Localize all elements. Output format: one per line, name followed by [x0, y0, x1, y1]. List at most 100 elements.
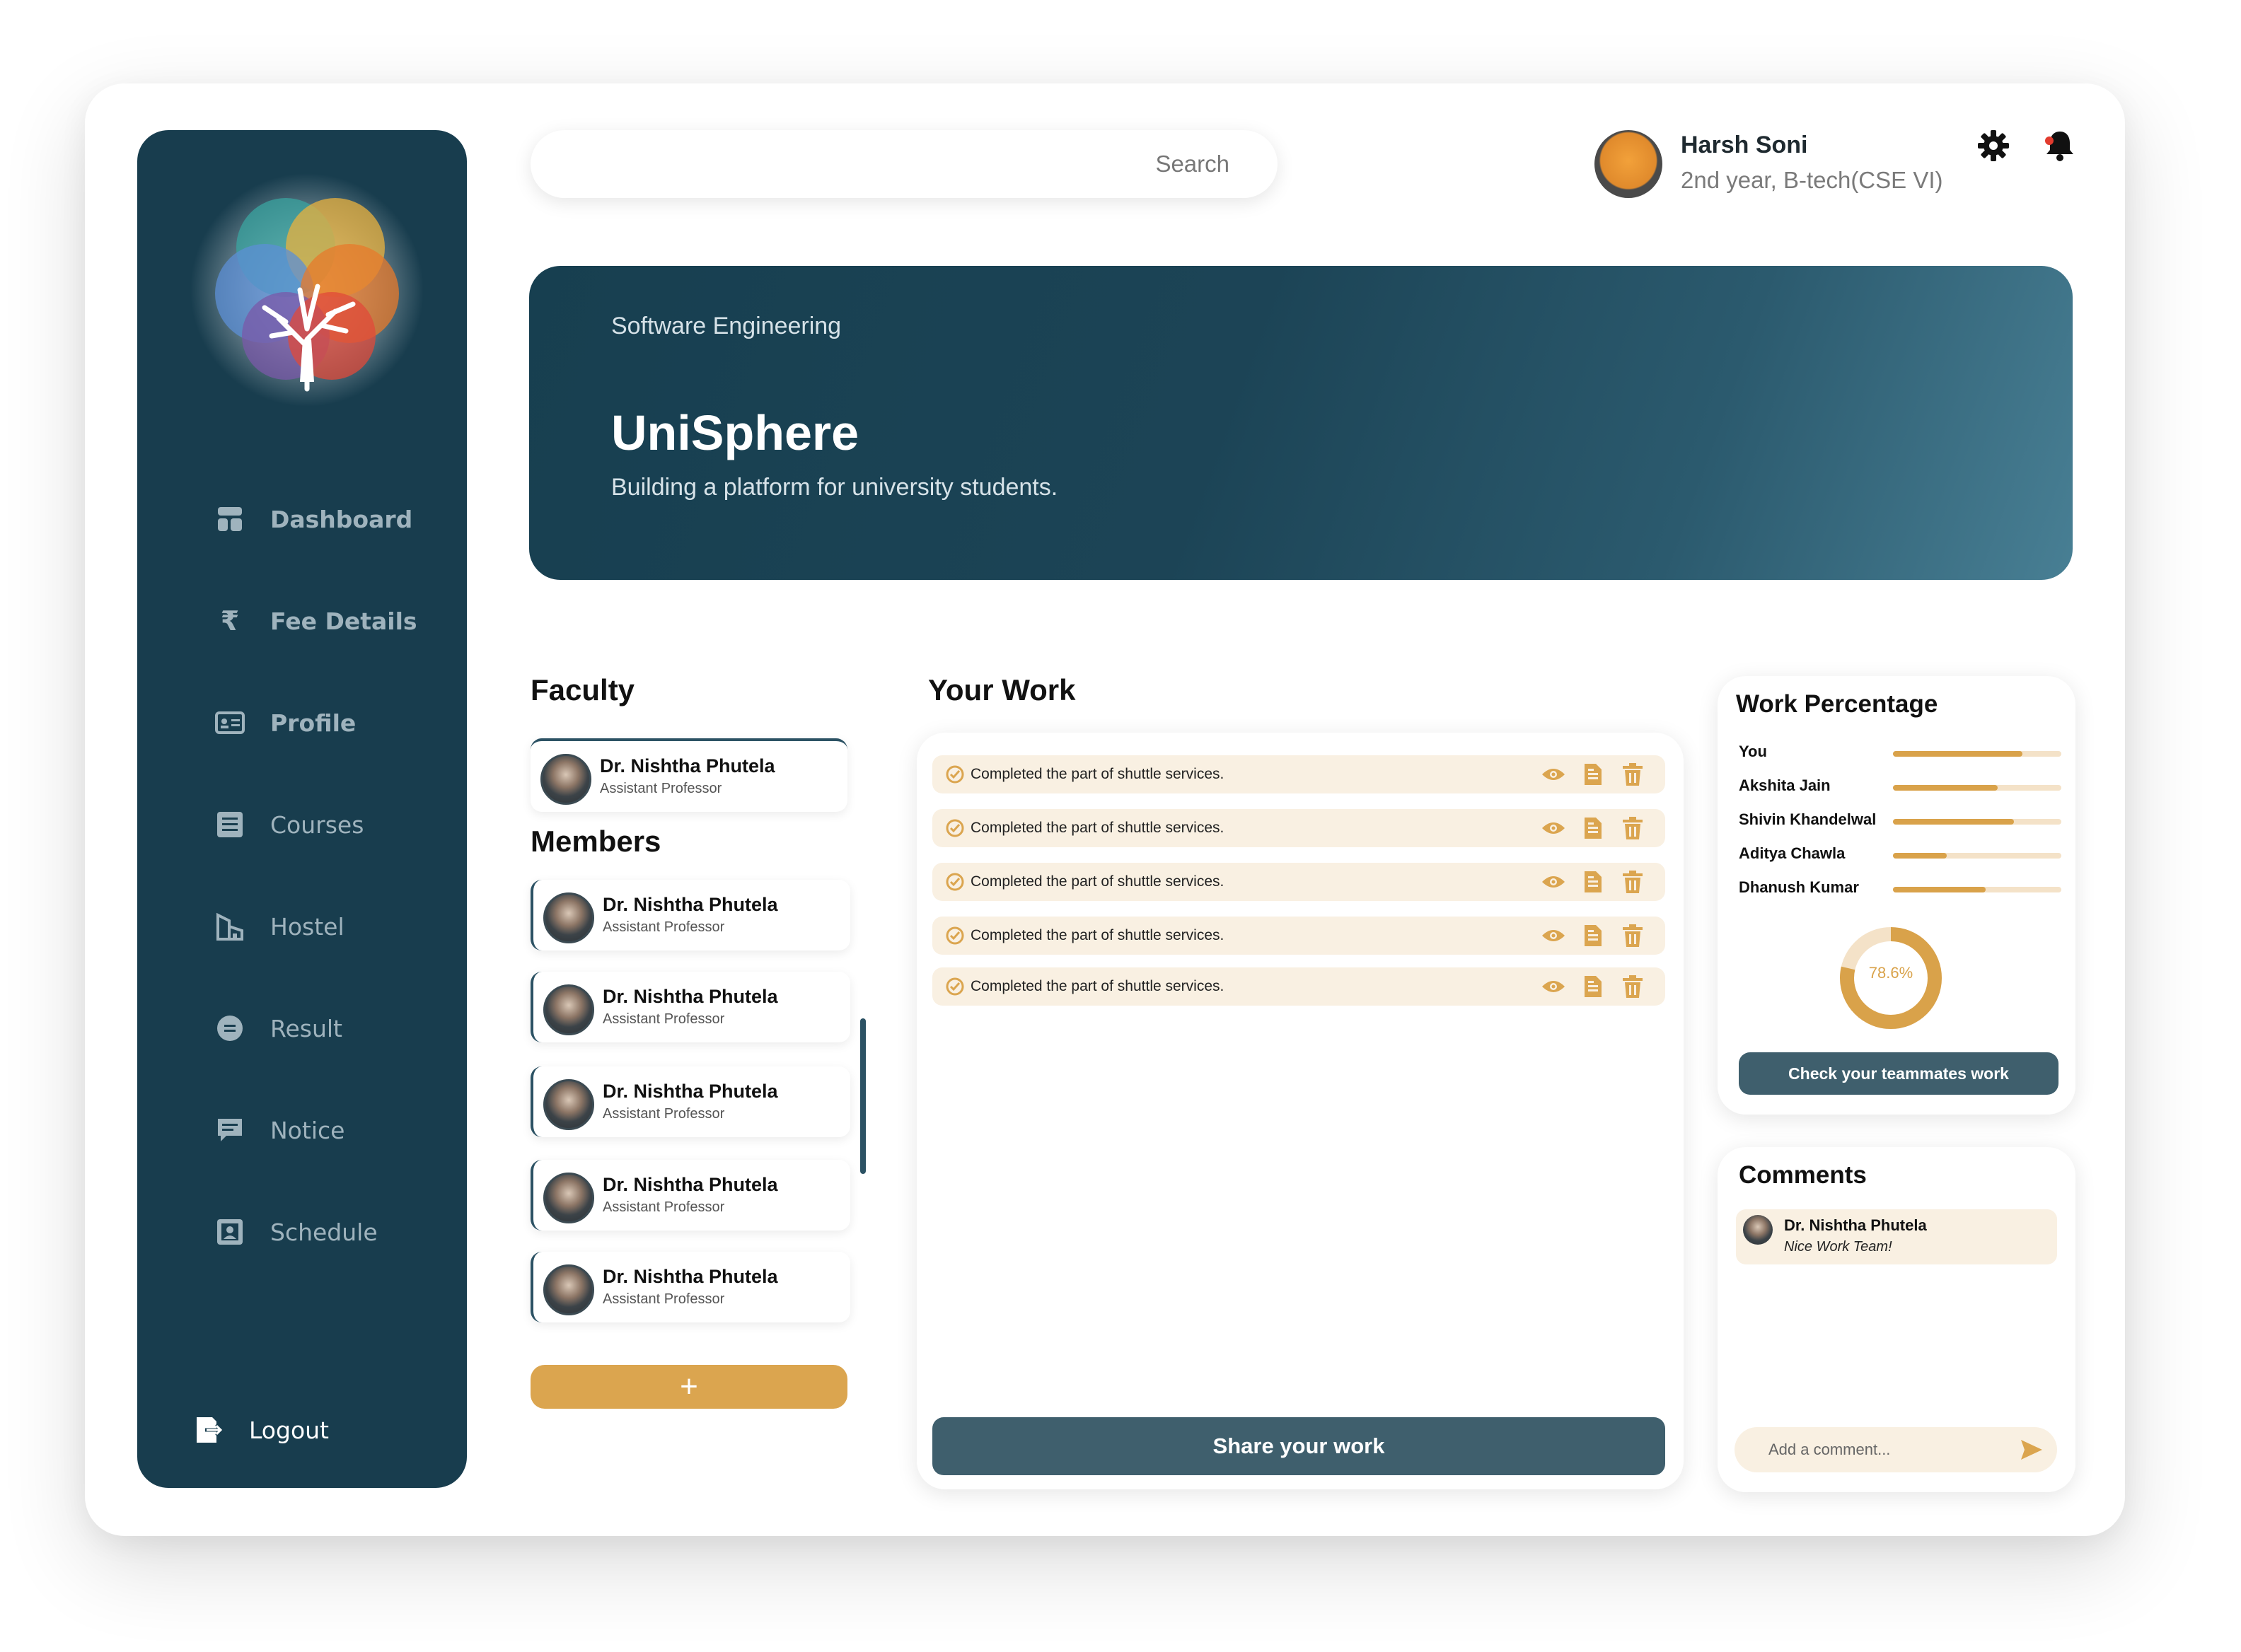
member-name: Dr. Nishtha Phutela	[603, 1174, 778, 1195]
notifications-button[interactable]	[2040, 126, 2080, 165]
sidebar-item-result[interactable]: Result	[214, 1000, 342, 1057]
faculty-title: Faculty	[531, 673, 635, 706]
user-avatar[interactable]	[1594, 130, 1662, 198]
avatar	[1743, 1215, 1773, 1245]
member-name: Dr. Nishtha Phutela	[603, 1266, 778, 1287]
share-work-button[interactable]: Share your work	[932, 1417, 1665, 1475]
view-button[interactable]	[1541, 974, 1566, 999]
member-card[interactable]: Dr. Nishtha Phutela Assistant Professor	[531, 1066, 850, 1137]
your-work-title: Your Work	[928, 673, 1076, 706]
work-item-text: Completed the part of shuttle services.	[971, 766, 1224, 782]
member-card[interactable]: Dr. Nishtha Phutela Assistant Professor	[531, 880, 850, 950]
sidebar-item-schedule[interactable]: Schedule	[214, 1204, 378, 1260]
progress-track	[1893, 819, 2061, 825]
list-icon	[214, 808, 246, 841]
project-banner: Software Engineering UniSphere Building …	[529, 266, 2073, 580]
document-button[interactable]	[1580, 762, 1606, 787]
member-role: Assistant Professor	[603, 1291, 725, 1307]
user-name: Harsh Soni	[1681, 132, 1808, 158]
avatar	[543, 1079, 594, 1130]
sidebar-item-hostel[interactable]: Hostel	[214, 898, 344, 955]
trash-icon	[1623, 871, 1643, 893]
view-button[interactable]	[1541, 923, 1566, 948]
banner-subtitle: Building a platform for university stude…	[611, 474, 1058, 501]
member-card[interactable]: Dr. Nishtha Phutela Assistant Professor	[531, 972, 850, 1042]
delete-button[interactable]	[1620, 869, 1645, 895]
sidebar-item-label: Hostel	[270, 912, 344, 941]
delete-button[interactable]	[1620, 762, 1645, 787]
document-icon	[1585, 764, 1602, 785]
avatar	[540, 754, 591, 805]
view-button[interactable]	[1541, 869, 1566, 895]
check-circle-icon	[946, 926, 964, 945]
progress-track	[1893, 785, 2061, 791]
search-bar[interactable]	[531, 130, 1278, 198]
settings-button[interactable]	[1974, 126, 2013, 165]
result-icon	[214, 1012, 246, 1045]
logout-button[interactable]: Logout	[192, 1402, 329, 1458]
member-card[interactable]: Dr. Nishtha Phutela Assistant Professor	[531, 1160, 850, 1231]
work-item: Completed the part of shuttle services.	[932, 755, 1665, 793]
sidebar-item-courses[interactable]: Courses	[214, 796, 364, 853]
progress-fill	[1893, 887, 1986, 892]
document-button[interactable]	[1580, 815, 1606, 841]
sidebar-item-label: Courses	[270, 810, 364, 839]
member-name: Shivin Khandelwal	[1739, 810, 1877, 828]
member-name: Dr. Nishtha Phutela	[603, 1081, 778, 1102]
document-icon	[1585, 976, 1602, 997]
member-role: Assistant Professor	[603, 1106, 725, 1122]
sidebar-item-label: Fee Details	[270, 607, 417, 635]
view-button[interactable]	[1541, 815, 1566, 841]
progress-fill	[1893, 751, 2023, 757]
comment-text: Nice Work Team!	[1784, 1239, 1892, 1255]
sidebar-item-label: Schedule	[270, 1218, 378, 1246]
avatar	[543, 984, 594, 1035]
work-percentage-row: Akshita Jain	[1739, 776, 2064, 798]
work-item: Completed the part of shuttle services.	[932, 967, 1665, 1006]
progress-fill	[1893, 819, 2015, 825]
gear-icon	[1978, 130, 2009, 161]
sidebar-item-label: Profile	[270, 709, 357, 737]
comments-title: Comments	[1739, 1161, 1867, 1189]
sidebar-item-dashboard[interactable]: Dashboard	[214, 491, 412, 547]
eye-icon	[1542, 981, 1565, 992]
sidebar-item-fee-details[interactable]: ₹ Fee Details	[214, 593, 417, 649]
sidebar-item-profile[interactable]: Profile	[214, 694, 356, 751]
comments-panel: Comments Dr. Nishtha Phutela Nice Work T…	[1718, 1147, 2075, 1492]
work-percentage-donut: 78.6%	[1838, 925, 1944, 1031]
faculty-name: Dr. Nishtha Phutela	[600, 755, 775, 776]
add-member-button[interactable]: +	[531, 1365, 847, 1409]
progress-fill	[1893, 853, 1947, 859]
search-input[interactable]	[945, 150, 1231, 178]
work-percentage-row: Shivin Khandelwal	[1739, 810, 2064, 832]
delete-button[interactable]	[1620, 923, 1645, 948]
member-card[interactable]: Dr. Nishtha Phutela Assistant Professor	[531, 1252, 850, 1322]
document-button[interactable]	[1580, 974, 1606, 999]
avatar	[543, 892, 594, 943]
members-scrollbar[interactable]	[860, 1018, 866, 1174]
user-subtitle: 2nd year, B-tech(CSE VI)	[1681, 167, 1943, 193]
document-button[interactable]	[1580, 869, 1606, 895]
progress-track	[1893, 853, 2061, 859]
progress-track	[1893, 887, 2061, 892]
trash-icon	[1623, 763, 1643, 786]
sidebar-item-notice[interactable]: Notice	[214, 1102, 344, 1158]
member-role: Assistant Professor	[603, 1011, 725, 1027]
dashboard-icon	[214, 503, 246, 535]
bell-icon	[2045, 132, 2073, 161]
trash-icon	[1623, 975, 1643, 998]
work-percentage-row: Dhanush Kumar	[1739, 878, 2064, 900]
send-icon[interactable]	[2019, 1437, 2044, 1462]
work-item-text: Completed the part of shuttle services.	[971, 873, 1224, 890]
check-teammates-button[interactable]: Check your teammates work	[1739, 1052, 2058, 1095]
delete-button[interactable]	[1620, 815, 1645, 841]
document-button[interactable]	[1580, 923, 1606, 948]
faculty-role: Assistant Professor	[600, 781, 722, 796]
comment-input[interactable]	[1767, 1440, 2010, 1460]
delete-button[interactable]	[1620, 974, 1645, 999]
view-button[interactable]	[1541, 762, 1566, 787]
trash-icon	[1623, 924, 1643, 947]
eye-icon	[1542, 876, 1565, 888]
eye-icon	[1542, 769, 1565, 780]
faculty-card[interactable]: Dr. Nishtha Phutela Assistant Professor	[531, 738, 847, 812]
